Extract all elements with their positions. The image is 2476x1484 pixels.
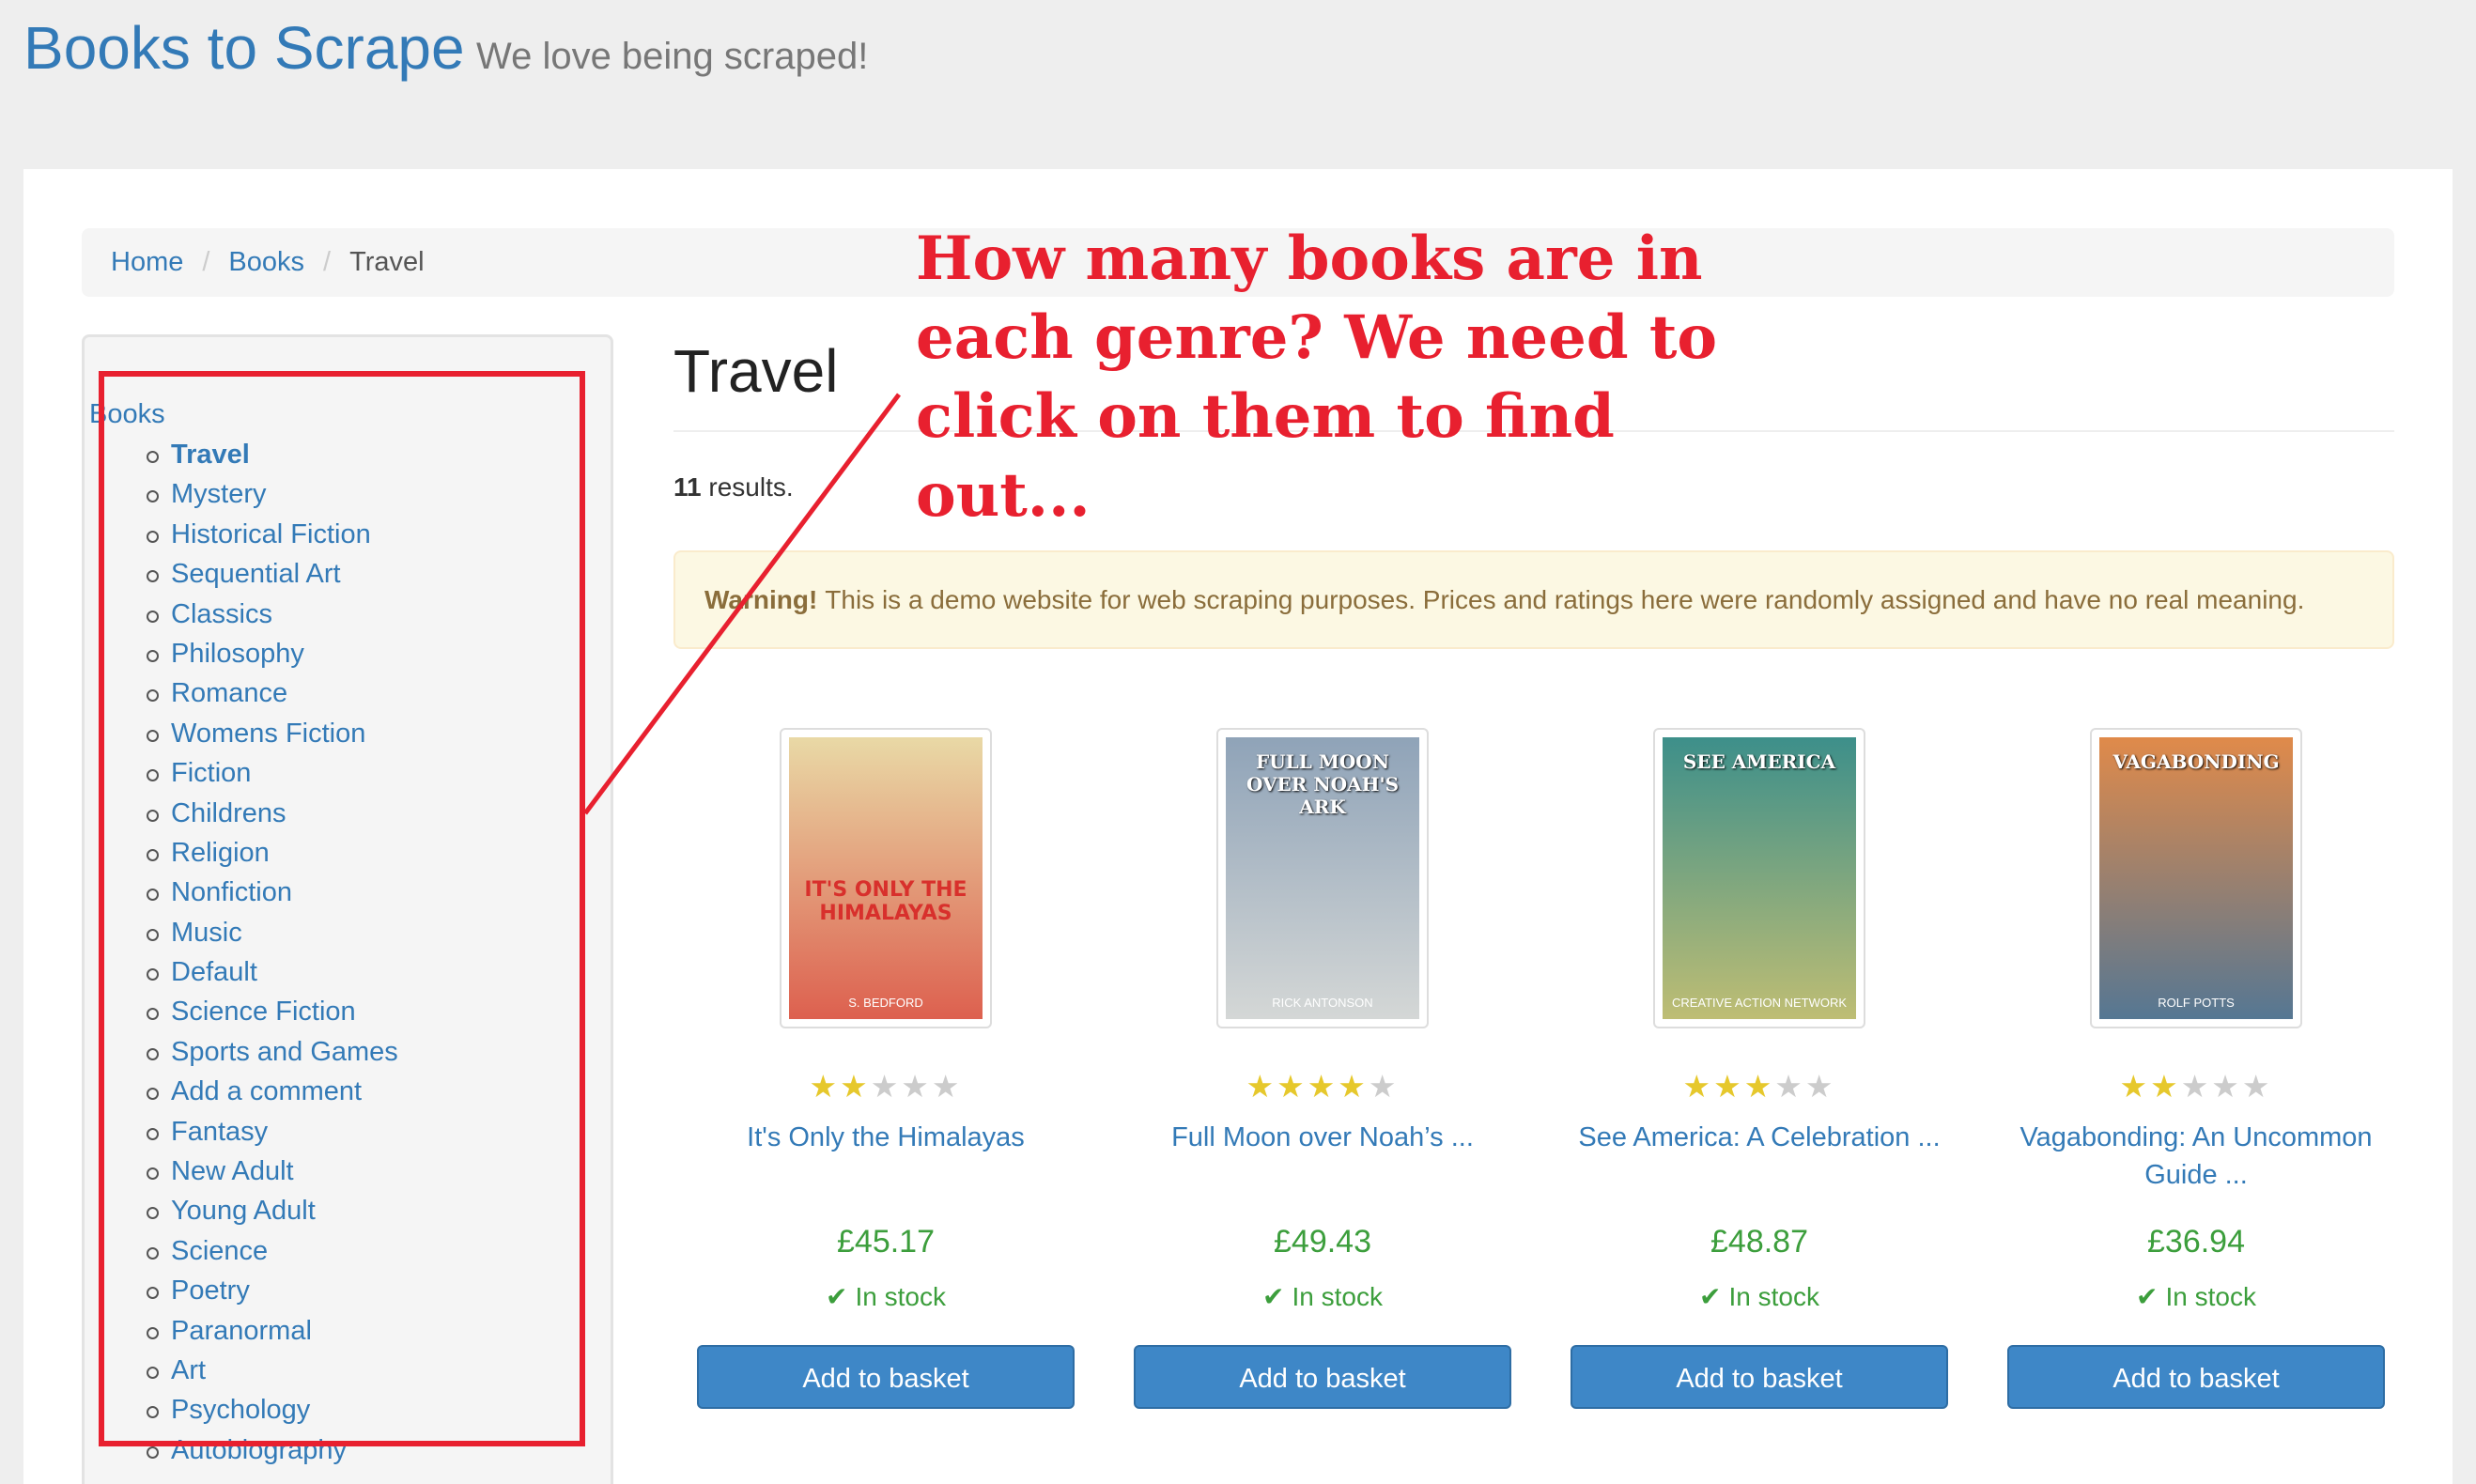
site-brand: Books to Scrape We love being scraped! bbox=[23, 13, 868, 83]
annotation-text: How many books are in each genre? We nee… bbox=[916, 220, 1761, 535]
brand-link[interactable]: Books to Scrape bbox=[23, 14, 465, 82]
page-container: Home / Books / Travel Books Travel Myster… bbox=[23, 169, 2453, 1484]
annotation-arrow-line bbox=[582, 393, 902, 815]
annotation-line: How many books are in bbox=[916, 224, 1703, 294]
brand-tagline: We love being scraped! bbox=[476, 36, 869, 77]
annotation-line: click on them to find out... bbox=[916, 381, 1615, 531]
annotation-line: each genre? We need to bbox=[916, 302, 1718, 373]
